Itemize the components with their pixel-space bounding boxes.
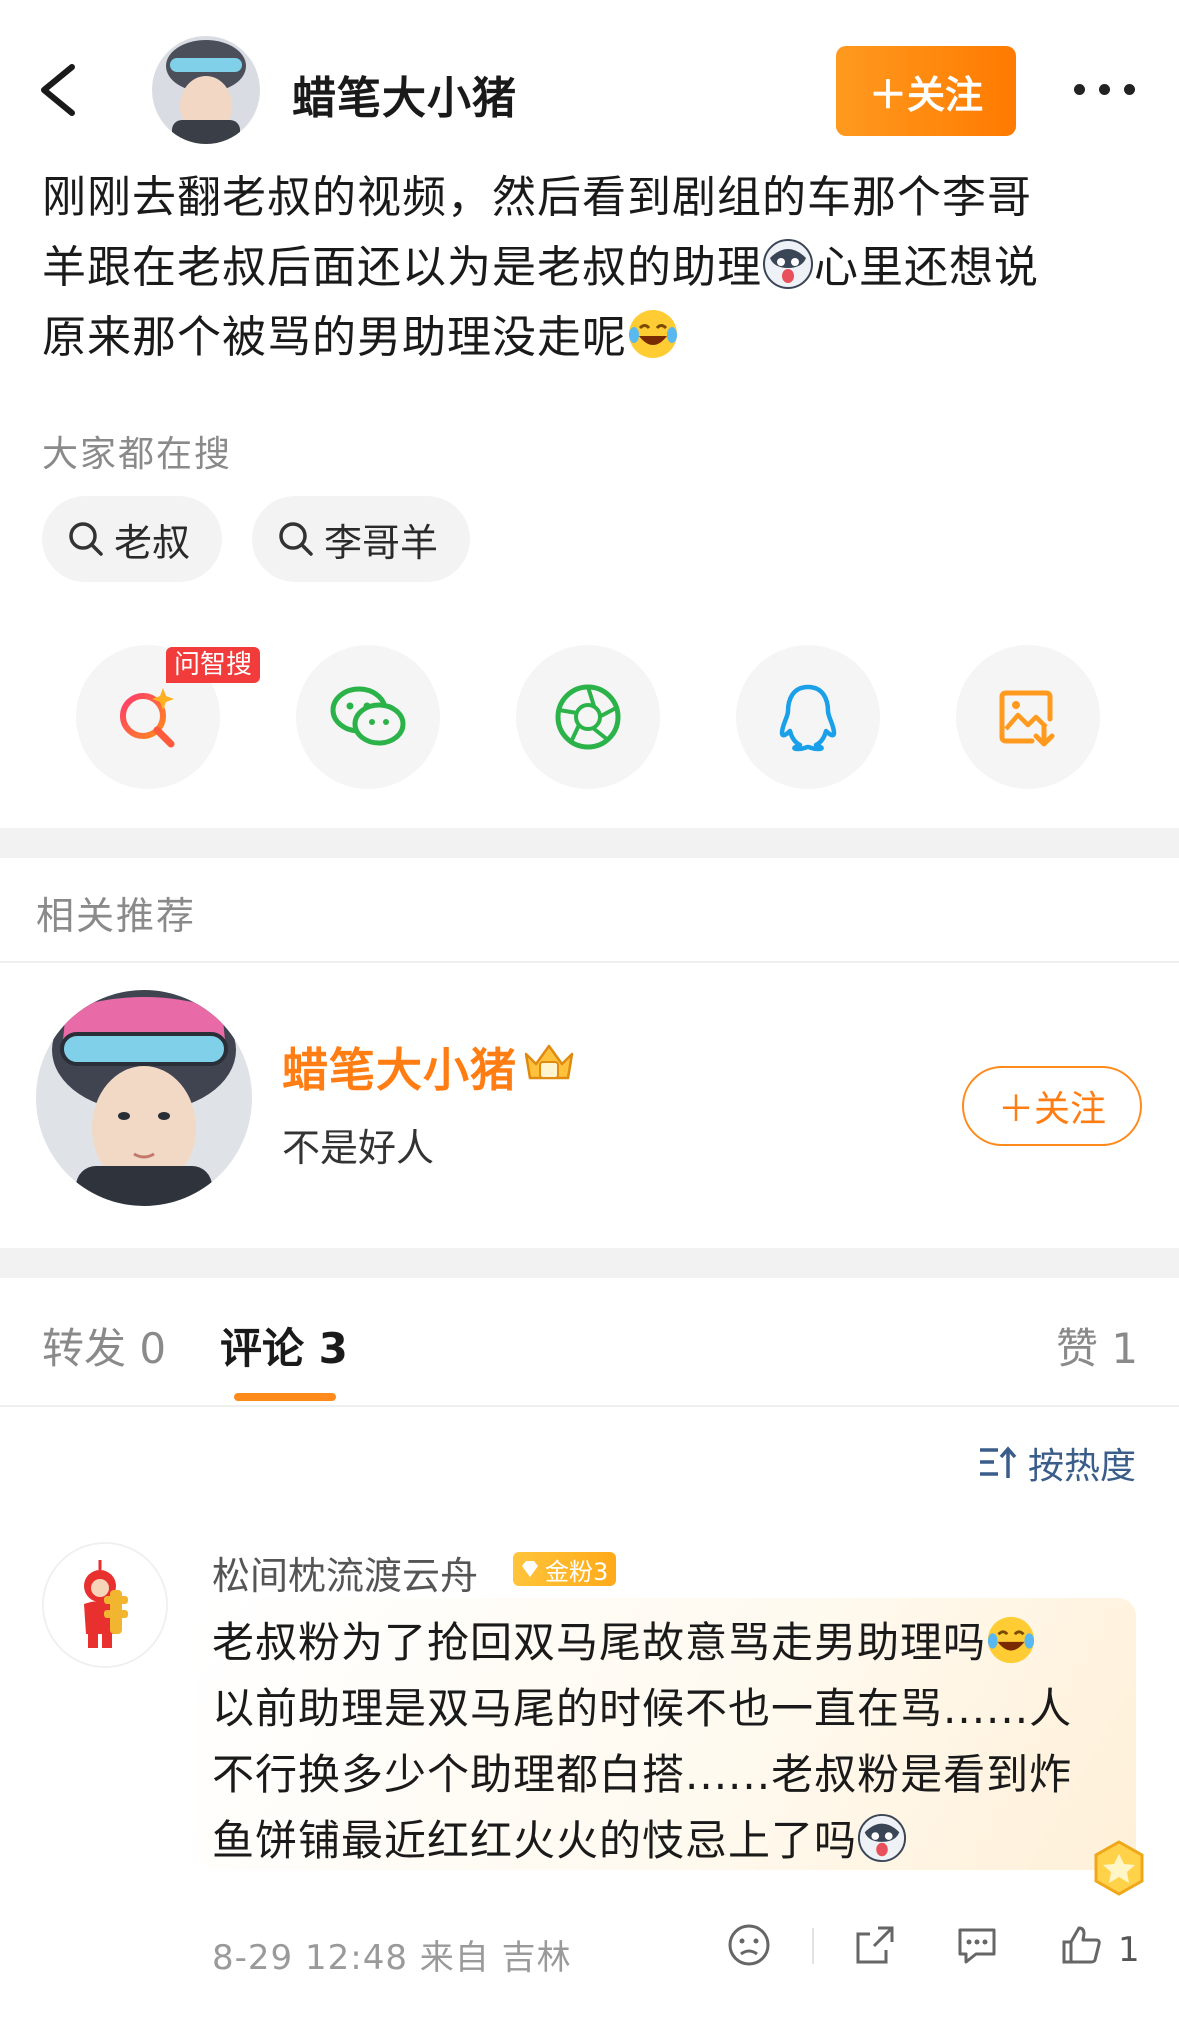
commenter-avatar[interactable] — [42, 1542, 168, 1668]
husky-emoji-icon — [762, 238, 814, 290]
back-button[interactable] — [30, 55, 90, 125]
fan-level-badge: 金粉3 — [513, 1552, 617, 1586]
recommend-name[interactable]: 蜡笔大小猪 — [282, 1034, 517, 1100]
post-line: 羊跟在老叔后面还以为是老叔的助理 心里还想说 — [42, 233, 1142, 303]
top-bar: 蜡笔大小猪 ＋关注 — [0, 0, 1179, 160]
ai-search-icon — [120, 688, 175, 748]
comment-body: 老叔粉为了抢回双马尾故意骂走男助理吗 以前助理是双马尾的时候不也一直在骂....… — [212, 1610, 1112, 1874]
search-chip[interactable]: 老叔 — [42, 496, 223, 582]
ai-search-badge: 问智搜 — [166, 647, 261, 683]
laughing-tears-emoji-icon — [627, 308, 679, 360]
wechat-icon — [330, 686, 406, 746]
search-icon — [279, 522, 313, 556]
moments-share-button[interactable] — [516, 645, 660, 789]
more-button[interactable] — [1064, 74, 1144, 104]
divider — [0, 961, 1179, 963]
qq-share-button[interactable] — [736, 645, 880, 789]
tab-likes[interactable]: 赞 1 — [1056, 1315, 1138, 1376]
more-horizontal-icon — [1073, 83, 1085, 95]
sort-icon — [980, 1446, 1017, 1478]
reply-comment-icon[interactable] — [954, 1922, 1000, 1968]
laughing-tears-emoji-icon — [986, 1615, 1036, 1665]
comment-meta: 8-29 12:48 来自 吉林 — [212, 1938, 572, 1978]
chevron-left-icon — [41, 64, 75, 116]
action-separator — [812, 1928, 814, 1964]
active-tab-indicator — [234, 1393, 336, 1401]
qq-icon — [779, 684, 837, 752]
commenter-name[interactable]: 松间枕流渡云舟 — [212, 1545, 478, 1600]
follow-button[interactable]: ＋关注 — [836, 46, 1016, 136]
save-image-icon — [999, 690, 1055, 747]
recommend-desc: 不是好人 — [282, 1126, 435, 1170]
author-avatar[interactable] — [152, 36, 260, 144]
gold-badge-icon — [1094, 1840, 1144, 1896]
author-name[interactable]: 蜡笔大小猪 — [292, 62, 517, 126]
save-image-button[interactable] — [956, 645, 1100, 789]
section-divider — [0, 1248, 1179, 1278]
recommend-avatar[interactable] — [36, 990, 252, 1206]
post-body: 刚刚去翻老叔的视频，然后看到剧组的车那个李哥 羊跟在老叔后面还以为是老叔的助理心… — [42, 163, 1142, 373]
moments-icon — [555, 684, 621, 750]
emoji-react-icon[interactable] — [726, 1922, 772, 1968]
interaction-tabs: 转发 0 评论 3 赞 1 — [0, 1275, 1179, 1405]
tab-comments[interactable]: 评论 3 — [220, 1315, 348, 1376]
sort-button[interactable]: 按热度 — [978, 1437, 1136, 1489]
divider — [0, 1405, 1179, 1407]
like-thumb-icon[interactable] — [1058, 1922, 1104, 1968]
wechat-share-button[interactable] — [296, 645, 440, 789]
tab-repost[interactable]: 转发 0 — [42, 1315, 166, 1376]
recommend-follow-button[interactable]: ＋关注 — [962, 1066, 1142, 1146]
post-line: 原来那个被骂的男助理没走呢 — [42, 303, 1142, 373]
search-icon — [69, 522, 103, 556]
search-chip[interactable]: 李哥羊 — [252, 496, 471, 582]
like-count: 1 — [1118, 1930, 1140, 1970]
hot-search-title: 大家都在搜 — [42, 434, 233, 475]
vip-crown-icon — [524, 1044, 574, 1080]
section-divider — [0, 828, 1179, 858]
husky-emoji-icon — [857, 1813, 907, 1863]
recommend-title: 相关推荐 — [36, 894, 197, 938]
gem-icon — [522, 1561, 538, 1577]
post-line: 刚刚去翻老叔的视频，然后看到剧组的车那个李哥 — [42, 172, 1032, 223]
share-comment-icon[interactable] — [852, 1922, 898, 1968]
